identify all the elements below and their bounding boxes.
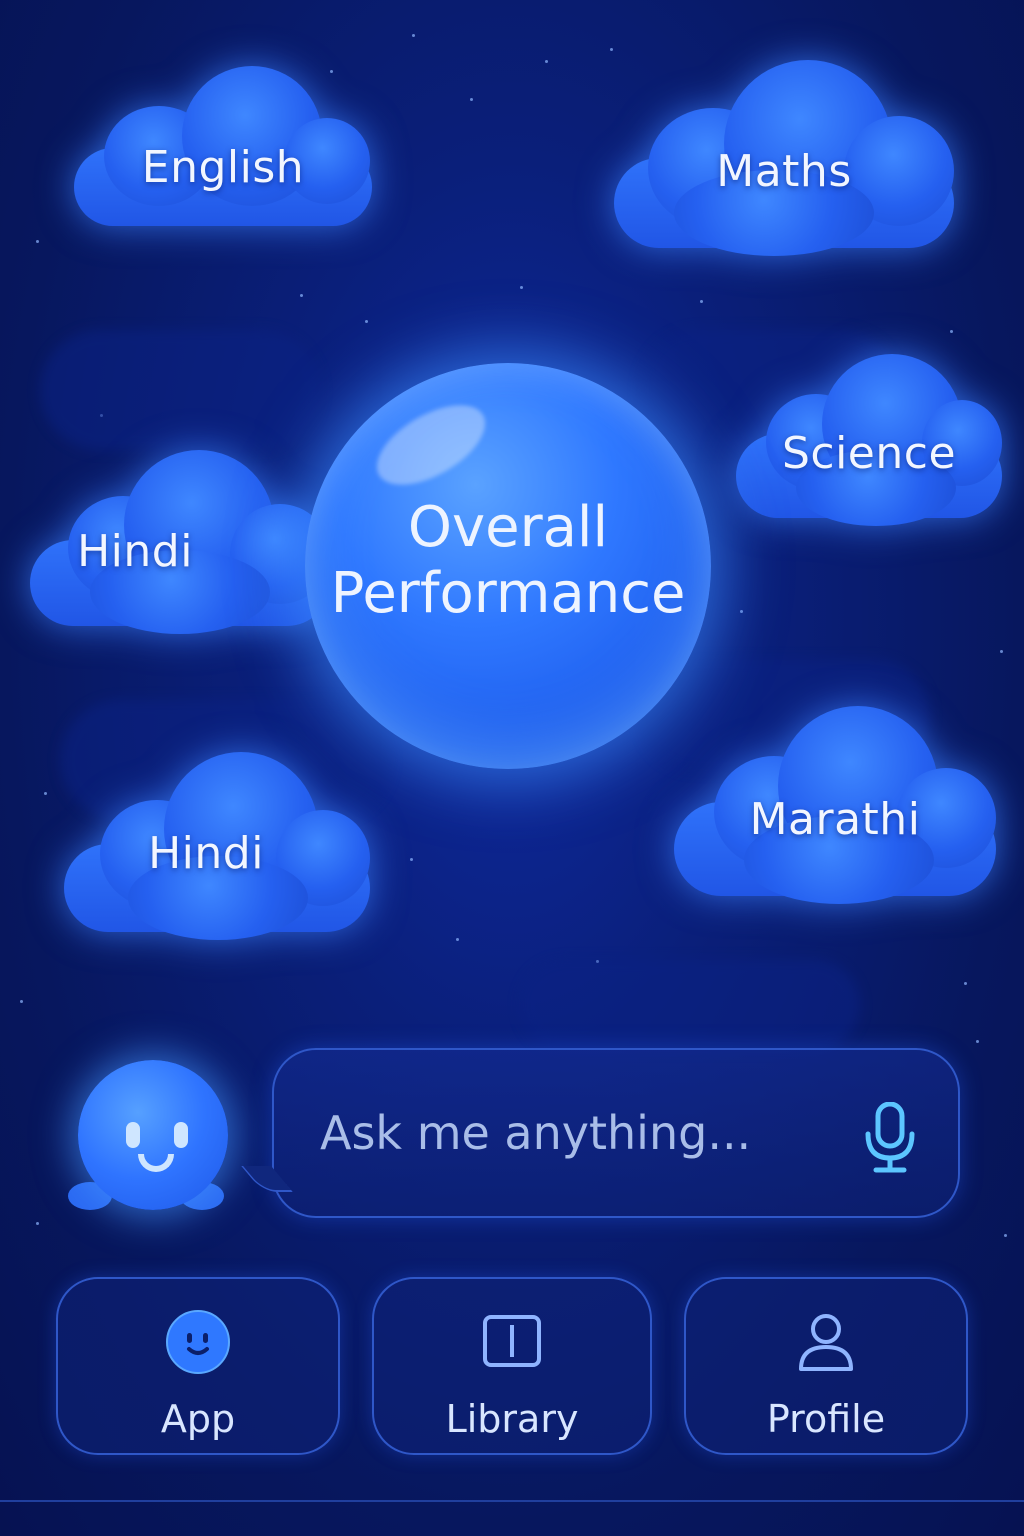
overall-title-line2: Performance bbox=[330, 561, 686, 626]
assistant-mascot[interactable] bbox=[68, 1058, 228, 1218]
subject-cloud-hindi[interactable]: Hindi bbox=[30, 450, 330, 634]
subject-cloud-science[interactable]: Science bbox=[736, 354, 1002, 526]
overall-title-line1: Overall bbox=[407, 495, 609, 560]
subject-cloud-maths[interactable]: Maths bbox=[614, 60, 954, 256]
nav-library[interactable]: Library bbox=[372, 1277, 652, 1455]
subject-label: Hindi bbox=[77, 526, 193, 577]
book-icon bbox=[483, 1315, 541, 1367]
mascot-body bbox=[78, 1060, 228, 1210]
mascot-eye bbox=[174, 1122, 188, 1148]
subject-label: Maths bbox=[716, 146, 852, 197]
subject-cloud-hindi[interactable]: Hindi bbox=[64, 752, 370, 940]
subject-cloud-english[interactable]: English bbox=[74, 66, 372, 228]
background-cloud bbox=[520, 960, 860, 1050]
ask-input[interactable]: Ask me anything... bbox=[241, 1048, 960, 1218]
nav-label: Library bbox=[445, 1397, 579, 1441]
background-cloud bbox=[40, 330, 320, 450]
subject-label: Hindi bbox=[148, 828, 264, 879]
assistant-face-icon bbox=[166, 1310, 230, 1374]
nav-app[interactable]: App bbox=[56, 1277, 340, 1455]
user-icon bbox=[799, 1314, 853, 1371]
nav-label: Profile bbox=[766, 1397, 886, 1441]
microphone-icon[interactable] bbox=[862, 1102, 918, 1174]
subject-label: Marathi bbox=[749, 794, 921, 845]
sphere-highlight bbox=[364, 389, 498, 501]
subject-label: Science bbox=[781, 428, 957, 479]
bottom-divider bbox=[0, 1500, 1024, 1502]
mascot-eye bbox=[126, 1122, 140, 1148]
nav-profile[interactable]: Profile bbox=[684, 1277, 968, 1455]
app-screen: English Maths Science Hindi Hindi Marath… bbox=[0, 0, 1024, 1536]
speech-bubble-tail bbox=[241, 1166, 293, 1192]
ask-placeholder: Ask me anything... bbox=[320, 1106, 752, 1160]
nav-label: App bbox=[160, 1397, 236, 1441]
overall-performance-button[interactable]: Overall Performance bbox=[305, 363, 711, 769]
subject-cloud-marathi[interactable]: Marathi bbox=[674, 706, 996, 904]
subject-label: English bbox=[141, 142, 305, 193]
